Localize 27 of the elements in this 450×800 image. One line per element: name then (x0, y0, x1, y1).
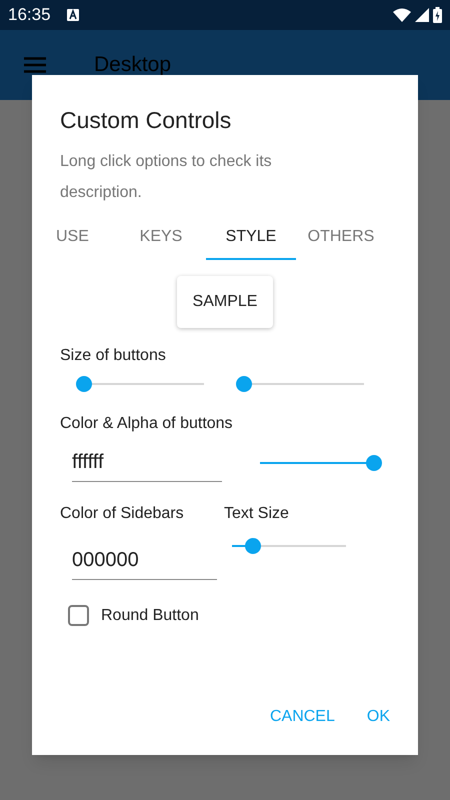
tab[interactable]: OTHERS (296, 216, 386, 260)
slider-thumb[interactable] (245, 538, 262, 554)
slider-thumb[interactable] (366, 454, 382, 470)
status-time: 16:35 (8, 4, 51, 26)
color-input[interactable]: ffffff (72, 444, 222, 482)
field-label: Text Size (224, 504, 290, 524)
tab[interactable]: STYLE (206, 216, 296, 260)
slider-thumb[interactable] (76, 376, 92, 392)
slider[interactable] (76, 376, 204, 392)
field-label: Color of Sidebars (60, 504, 185, 524)
field-label: Size of buttons (60, 346, 167, 366)
signal-icon (415, 8, 429, 22)
tab[interactable]: USE (56, 216, 116, 260)
notification-icon (66, 9, 79, 21)
slider[interactable] (236, 376, 364, 392)
app-title: Desktop (94, 52, 172, 78)
menu-icon[interactable] (24, 57, 46, 73)
field-label: Color & Alpha of buttons (60, 414, 234, 434)
sample-button[interactable]: SAMPLE (176, 276, 274, 328)
slider-thumb[interactable] (236, 376, 252, 392)
tab[interactable]: KEYS (116, 216, 206, 260)
round-button-checkbox[interactable]: Round Button (68, 604, 199, 628)
color-input[interactable]: 000000 (72, 542, 217, 580)
wifi-icon (393, 8, 411, 22)
dialog-description: Long click options to check its description. (60, 152, 273, 202)
battery-icon (433, 7, 442, 23)
dialog-title: Custom Controls (60, 106, 232, 135)
